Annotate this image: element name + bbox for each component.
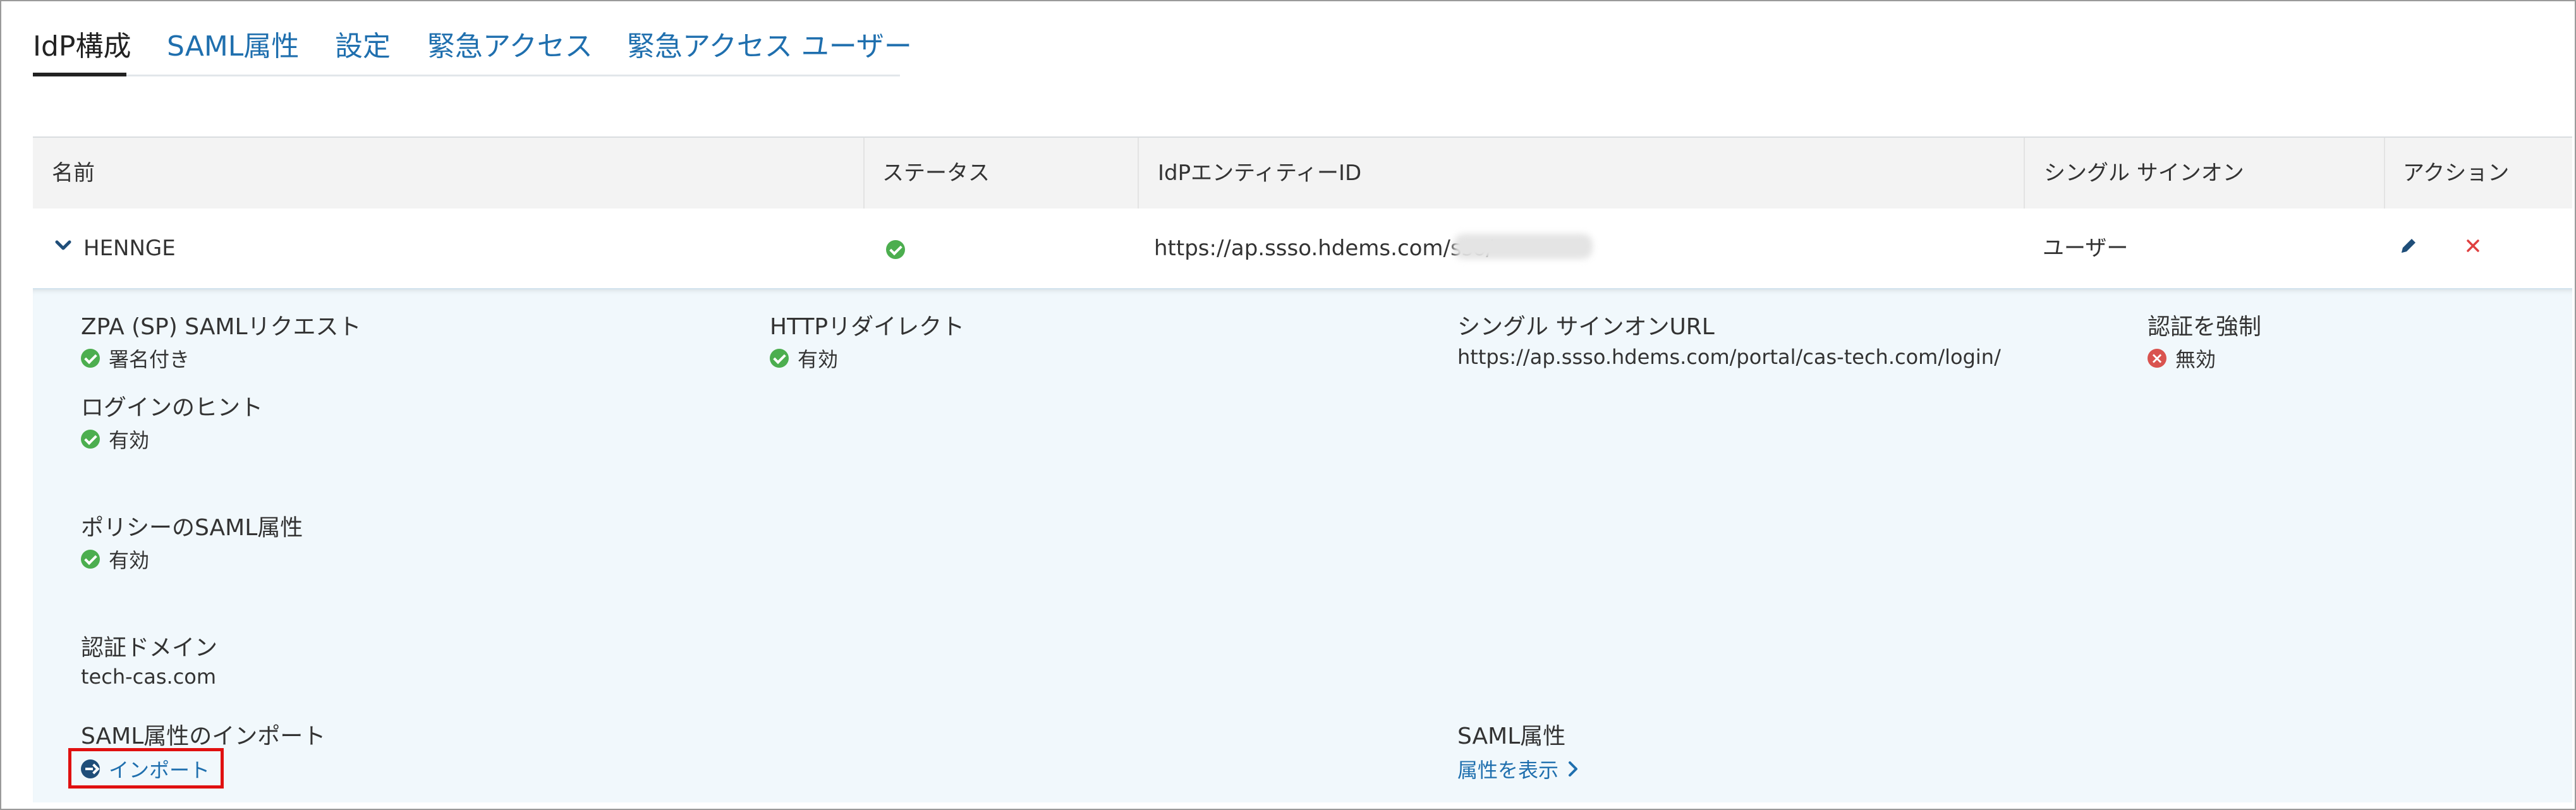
check-circle-icon: [81, 430, 100, 449]
arrow-right-circle-icon: [81, 759, 100, 778]
policy-saml-value: 有効: [81, 545, 149, 574]
tab-settings[interactable]: 設定: [335, 29, 391, 64]
force-auth-label: 認証を強制: [2148, 314, 2262, 340]
row-sso: ユーザー: [2043, 236, 2129, 261]
chevron-right-icon: [1569, 761, 1578, 777]
tab-idp-config[interactable]: IdP構成: [33, 29, 131, 64]
auth-domain-value: tech-cas.com: [81, 665, 217, 689]
header-entity-id[interactable]: IdPエンティティーID: [1158, 138, 1361, 209]
login-hint-label: ログインのヒント: [81, 395, 264, 421]
view-attributes-link[interactable]: 属性を表示: [1457, 754, 1579, 783]
error-circle-icon: ×: [2148, 349, 2166, 368]
redacted-text: [1454, 234, 1593, 259]
header-sso[interactable]: シングル サインオン: [2044, 138, 2244, 209]
row-status: [886, 209, 905, 288]
header-actions: アクション: [2403, 160, 2510, 186]
active-tab-indicator: [33, 73, 126, 76]
auth-domain-label: 認証ドメイン: [81, 635, 218, 661]
zpa-sp-request-value: 署名付き: [81, 344, 190, 373]
zpa-sp-request-label: ZPA (SP) SAMLリクエスト: [81, 314, 361, 340]
row-entity-id: https://ap.ssso.hdems.com/sso/: [1154, 236, 1493, 261]
delete-x-icon[interactable]: [2465, 238, 2481, 254]
http-redirect-label: HTTPリダイレクト: [770, 314, 965, 340]
login-hint-value: 有効: [81, 425, 149, 454]
check-circle-icon: [770, 349, 789, 368]
tab-bar-divider: [33, 75, 900, 76]
sso-url-label: シングル サインオンURL: [1457, 314, 1715, 340]
policy-saml-label: ポリシーのSAML属性: [81, 515, 303, 541]
edit-pencil-icon[interactable]: [2398, 235, 2419, 257]
saml-attr-label: SAML属性: [1457, 723, 1566, 749]
tab-emergency-access[interactable]: 緊急アクセス: [427, 29, 593, 64]
tab-saml-attributes[interactable]: SAML属性: [167, 29, 299, 64]
import-link[interactable]: インポート: [81, 754, 210, 783]
row-name: HENNGE: [83, 236, 176, 261]
sso-url-value: https://ap.ssso.hdems.com/portal/cas-tec…: [1457, 345, 2001, 369]
tab-emergency-access-users[interactable]: 緊急アクセス ユーザー: [627, 29, 912, 64]
chevron-down-icon[interactable]: [54, 236, 72, 254]
check-circle-icon: [886, 239, 905, 259]
force-auth-value: × 無効: [2148, 344, 2216, 373]
header-name[interactable]: 名前: [52, 138, 95, 209]
header-status[interactable]: ステータス: [882, 138, 990, 209]
http-redirect-value: 有効: [770, 344, 838, 373]
check-circle-icon: [81, 349, 100, 368]
saml-import-label: SAML属性のインポート: [81, 723, 326, 749]
check-circle-icon: [81, 550, 100, 569]
